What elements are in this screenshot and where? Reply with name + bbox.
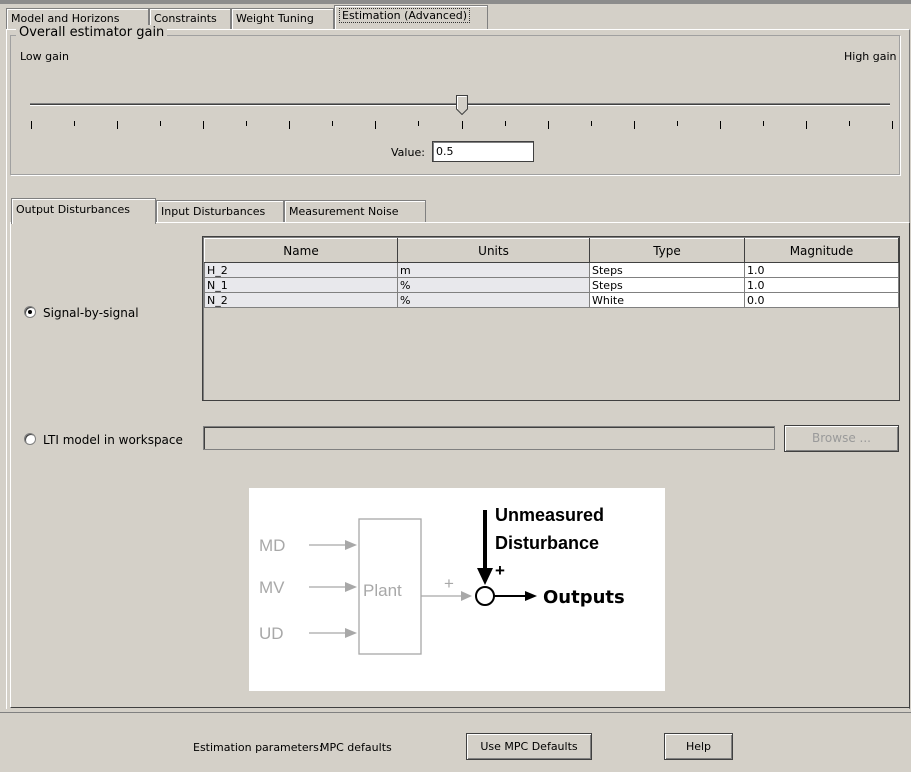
browse-button[interactable]: Browse ... bbox=[784, 425, 899, 452]
signal-by-signal-radio[interactable] bbox=[24, 306, 36, 318]
use-mpc-defaults-button[interactable]: Use MPC Defaults bbox=[466, 733, 592, 760]
column-header-type[interactable]: Type bbox=[589, 238, 745, 263]
low-gain-label: Low gain bbox=[20, 50, 69, 63]
tab-label: Weight Tuning bbox=[236, 12, 314, 25]
lti-model-label: LTI model in workspace bbox=[43, 433, 183, 447]
diagram-plus-disturbance: + bbox=[495, 561, 505, 580]
lti-model-input[interactable] bbox=[203, 426, 775, 450]
tab-label: Model and Horizons bbox=[11, 12, 120, 25]
slider-tick bbox=[160, 121, 162, 126]
help-button[interactable]: Help bbox=[664, 733, 733, 760]
slider-tick bbox=[719, 121, 721, 129]
tab-label: Output Disturbances bbox=[16, 203, 131, 216]
column-header-name[interactable]: Name bbox=[204, 238, 398, 263]
tab-label: Input Disturbances bbox=[161, 205, 266, 218]
diagram-plant-label: Plant bbox=[363, 581, 402, 600]
tab-label: Measurement Noise bbox=[289, 205, 399, 218]
top-border bbox=[0, 0, 911, 4]
cell-magnitude[interactable]: 0.0 bbox=[744, 292, 899, 308]
diagram-disturbance-line2: Disturbance bbox=[495, 533, 599, 553]
slider-tick bbox=[246, 121, 248, 126]
cell-units: % bbox=[397, 277, 590, 293]
value-label: Value: bbox=[391, 146, 425, 159]
estimation-status-value: MPC defaults bbox=[320, 741, 392, 754]
gain-value-input[interactable]: 0.5 bbox=[432, 141, 534, 162]
table-row: N_1 % Steps 1.0 bbox=[204, 277, 899, 293]
diagram-plus-plant: + bbox=[444, 574, 454, 593]
table-row: H_2 m Steps 1.0 bbox=[204, 262, 899, 278]
cell-type[interactable]: White bbox=[589, 292, 745, 308]
diagram-input-md: MD bbox=[259, 536, 285, 555]
disturbance-table: Name Units Type Magnitude H_2 m Steps 1.… bbox=[202, 236, 900, 401]
slider-tick bbox=[547, 121, 549, 129]
tab-measurement-noise[interactable]: Measurement Noise bbox=[284, 200, 426, 222]
tab-output-disturbances[interactable]: Output Disturbances bbox=[11, 198, 156, 224]
slider-tick bbox=[418, 121, 420, 126]
slider-tick bbox=[461, 121, 463, 129]
signal-by-signal-label: Signal-by-signal bbox=[43, 306, 139, 320]
slider-tick bbox=[31, 121, 32, 129]
cell-name: N_2 bbox=[204, 292, 398, 308]
slider-tick bbox=[590, 121, 592, 126]
slider-tick bbox=[805, 121, 807, 129]
cell-name: N_1 bbox=[204, 277, 398, 293]
cell-magnitude[interactable]: 1.0 bbox=[744, 277, 899, 293]
estimation-status-label: Estimation parameters: bbox=[193, 741, 323, 754]
cell-magnitude[interactable]: 1.0 bbox=[744, 262, 899, 278]
tab-estimation-advanced[interactable]: Estimation (Advanced) bbox=[334, 5, 488, 29]
diagram-input-ud: UD bbox=[259, 624, 284, 643]
cell-name: H_2 bbox=[204, 262, 398, 278]
tab-label: Constraints bbox=[154, 12, 217, 25]
diagram-outputs-label: Outputs bbox=[543, 587, 625, 608]
slider-tick bbox=[117, 121, 119, 129]
column-header-magnitude[interactable]: Magnitude bbox=[744, 238, 899, 263]
slider-tick bbox=[762, 121, 764, 126]
slider-tick bbox=[892, 121, 893, 129]
cell-units: % bbox=[397, 292, 590, 308]
table-row: N_2 % White 0.0 bbox=[204, 292, 899, 308]
diagram-svg: MD MV UD Plant + + Unmeasured Disturbanc… bbox=[259, 505, 625, 655]
summing-junction-icon bbox=[475, 586, 495, 606]
cell-type[interactable]: Steps bbox=[589, 277, 745, 293]
slider-tick bbox=[375, 121, 377, 129]
slider-tick bbox=[289, 121, 291, 129]
high-gain-label: High gain bbox=[844, 50, 897, 63]
slider-tick bbox=[633, 121, 635, 129]
cell-units: m bbox=[397, 262, 590, 278]
disturbance-diagram: MD MV UD Plant + + Unmeasured Disturbanc… bbox=[249, 488, 665, 691]
slider-tick bbox=[504, 121, 506, 126]
diagram-disturbance-line1: Unmeasured bbox=[495, 505, 604, 525]
slider-tick bbox=[74, 121, 76, 126]
tab-label: Estimation (Advanced) bbox=[339, 8, 470, 23]
slider-tick bbox=[848, 121, 850, 126]
table-header-row: Name Units Type Magnitude bbox=[204, 238, 899, 263]
gain-slider-thumb[interactable] bbox=[455, 95, 468, 115]
gain-group-title: Overall estimator gain bbox=[16, 25, 168, 40]
slider-tick bbox=[203, 121, 205, 129]
diagram-input-mv: MV bbox=[259, 578, 285, 597]
slider-tick bbox=[332, 121, 334, 126]
tab-input-disturbances[interactable]: Input Disturbances bbox=[156, 200, 284, 222]
slider-tick bbox=[676, 121, 678, 126]
tab-weight-tuning[interactable]: Weight Tuning bbox=[231, 8, 334, 29]
radio-dot bbox=[28, 310, 32, 314]
footer-bar bbox=[0, 712, 911, 772]
lti-model-radio[interactable] bbox=[24, 433, 36, 445]
column-header-units[interactable]: Units bbox=[397, 238, 590, 263]
cell-type[interactable]: Steps bbox=[589, 262, 745, 278]
